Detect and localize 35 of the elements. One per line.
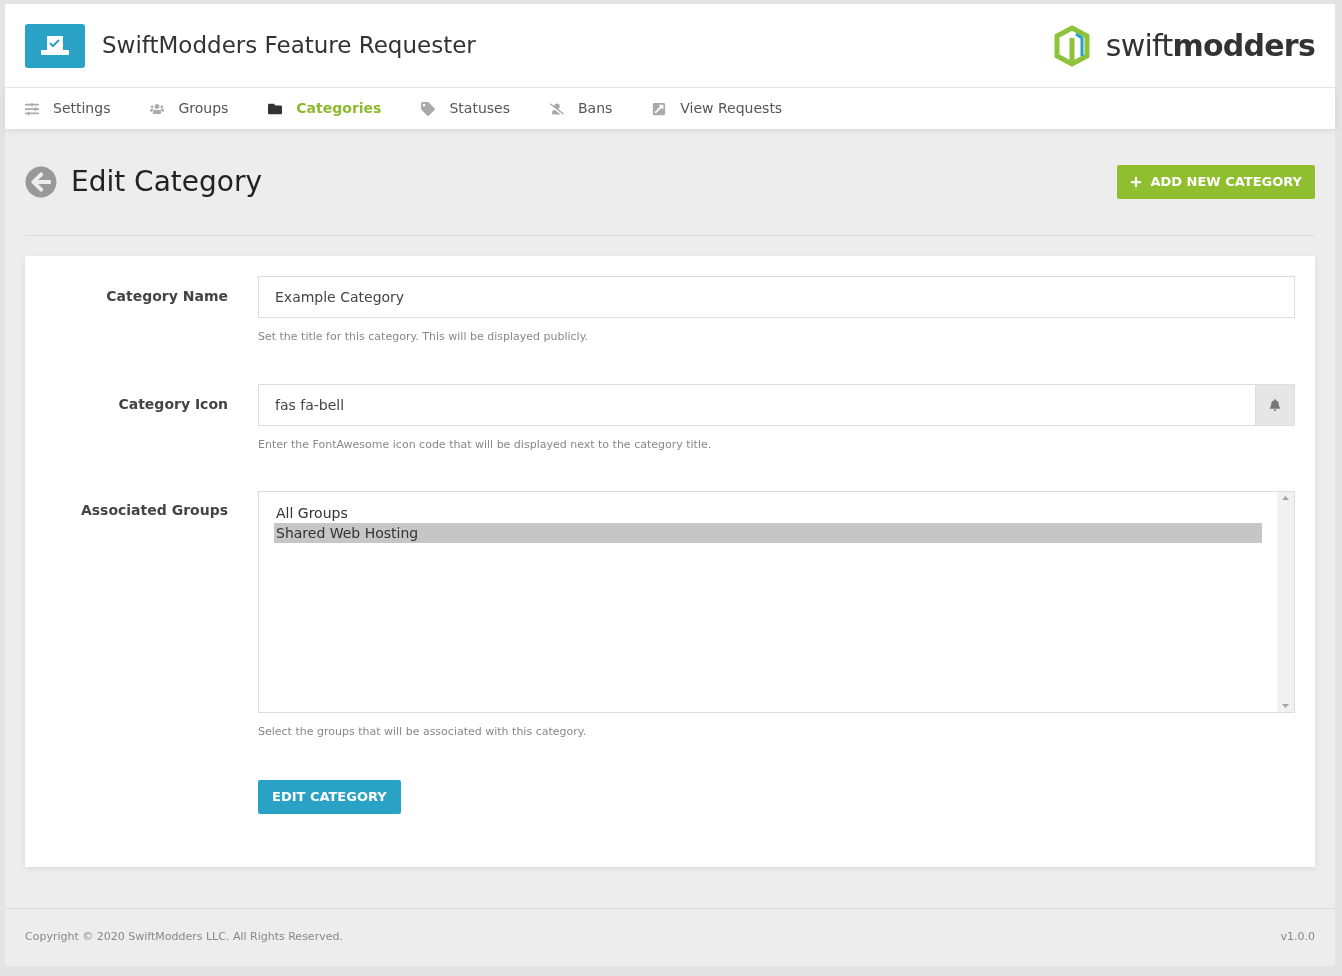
external-icon xyxy=(652,101,667,116)
app-logo-icon xyxy=(25,23,85,68)
category-icon-field[interactable]: fas fa-bell xyxy=(258,383,1256,426)
scroll-down-icon[interactable] xyxy=(1282,704,1289,708)
app-title: SwiftModders Feature Requester xyxy=(102,31,476,61)
nav-tab[interactable]: Bans xyxy=(549,98,613,119)
users-icon xyxy=(150,101,165,116)
nav-tab[interactable]: View Requests xyxy=(652,98,783,119)
version-text: v1.0.0 xyxy=(1280,929,1315,946)
nav-tab[interactable]: Statuses xyxy=(421,98,510,119)
help-text: Enter the FontAwesome icon code that will be displayed next to the category title. xyxy=(258,436,713,453)
help-text: Select the groups that will be associated with this category. xyxy=(258,724,588,740)
field-label: Category Name xyxy=(106,288,228,304)
help-text: Set the title for this category. This will be displayed publicly. xyxy=(258,329,590,345)
ban-icon xyxy=(549,101,564,116)
brand-logo-icon xyxy=(1051,24,1092,67)
sliders-icon xyxy=(25,101,39,116)
scroll-up-icon[interactable] xyxy=(1282,496,1289,500)
scrollbar[interactable] xyxy=(1277,492,1294,712)
field-label: Associated Groups xyxy=(80,502,228,518)
page-title: Edit Category xyxy=(71,164,263,200)
list-option[interactable]: Shared Web Hosting xyxy=(274,523,1262,543)
nav-tab[interactable]: Settings xyxy=(25,98,111,119)
nav-tab[interactable]: Groups xyxy=(150,98,229,119)
copyright-text: Copyright © 2020 SwiftModders LLC. All Rights Reserved. xyxy=(25,929,343,946)
list-option[interactable]: All Groups xyxy=(274,503,1262,523)
bell-icon xyxy=(1269,398,1281,411)
back-icon[interactable] xyxy=(25,166,57,198)
field-label: Category Icon xyxy=(118,395,228,412)
brand-name: swiftmodders xyxy=(1105,27,1315,65)
groups-listbox[interactable]: All Groups Shared Web Hosting xyxy=(258,491,1295,713)
tag-icon xyxy=(421,101,436,116)
category-name-field[interactable]: Example Category xyxy=(258,276,1295,318)
folder-icon xyxy=(268,101,283,116)
plus-icon xyxy=(1130,176,1143,188)
